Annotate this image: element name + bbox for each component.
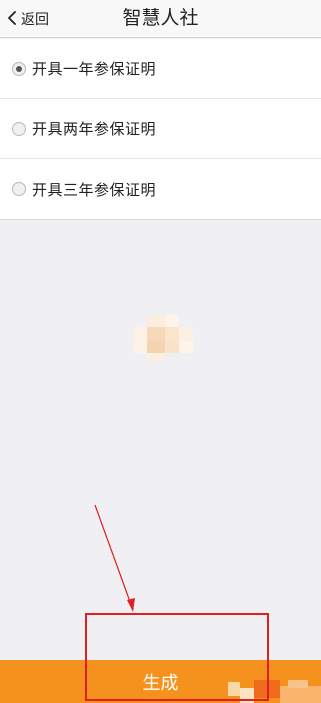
option-three-years[interactable]: 开具三年参保证明 — [0, 159, 321, 219]
blurred-image — [133, 315, 193, 361]
radio-selected-icon[interactable] — [12, 61, 26, 76]
option-label: 开具两年参保证明 — [32, 120, 157, 138]
radio-dot — [16, 65, 22, 72]
option-label: 开具一年参保证明 — [32, 60, 157, 78]
option-label: 开具三年参保证明 — [32, 180, 157, 199]
radio-unselected-icon[interactable] — [12, 182, 26, 196]
navigation-bar: 返回 智慧人社 — [0, 0, 321, 38]
radio-unselected-icon[interactable] — [12, 121, 26, 136]
certificate-options-list: 开具一年参保证明 开具两年参保证明 开具三年参保证明 — [0, 39, 321, 220]
annotation-arrow — [94, 504, 134, 611]
option-one-year[interactable]: 开具一年参保证明 — [0, 39, 321, 99]
option-two-years[interactable]: 开具两年参保证明 — [0, 99, 321, 159]
back-button[interactable]: 返回 — [6, 0, 49, 38]
back-label: 返回 — [21, 12, 49, 28]
chevron-left-icon — [6, 10, 21, 29]
watermark — [228, 676, 321, 703]
annotation-arrowhead — [127, 598, 135, 612]
